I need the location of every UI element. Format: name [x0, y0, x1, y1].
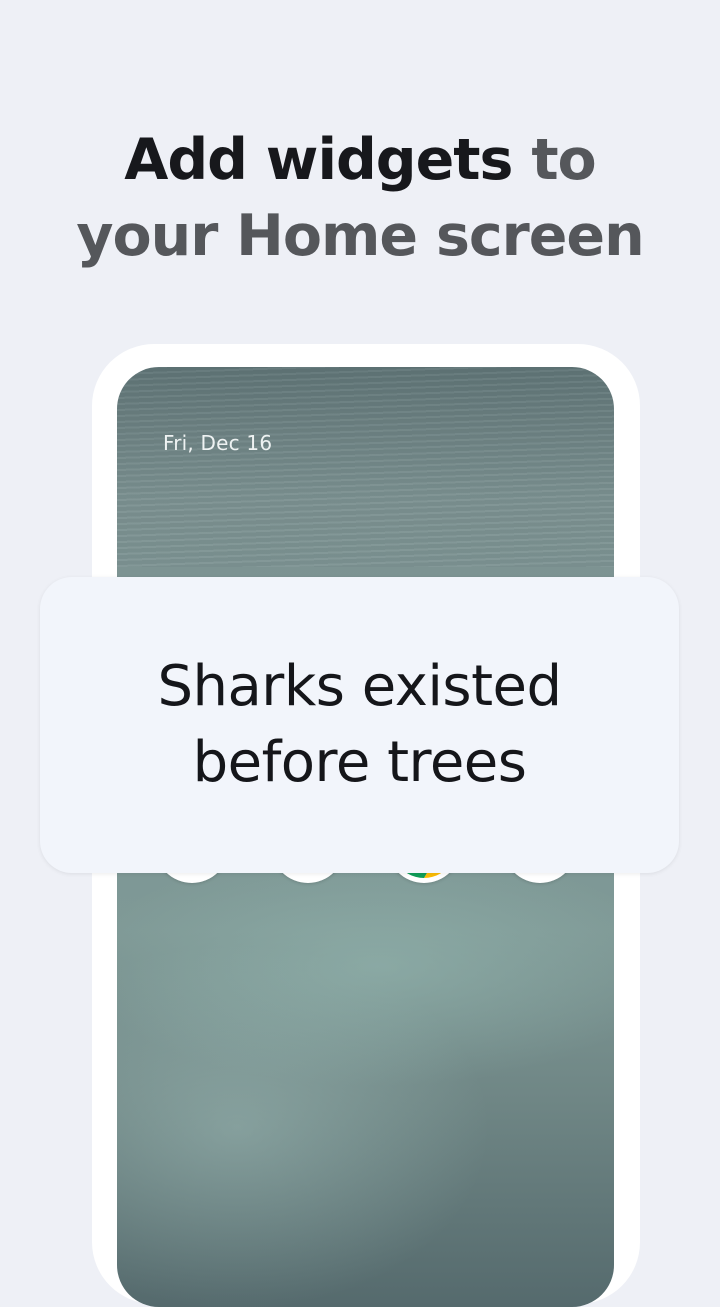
headline-second-line: your Home screen [76, 203, 644, 269]
fact-widget-card[interactable]: Sharks existed before trees [40, 577, 679, 873]
home-screen-date[interactable]: Fri, Dec 16 [163, 431, 272, 455]
headline-bold-text: Add widgets [124, 127, 513, 193]
fact-widget-text: Sharks existed before trees [157, 654, 562, 795]
headline-connector-text: to [531, 127, 596, 193]
headline: Add widgets to your Home screen [0, 122, 720, 274]
